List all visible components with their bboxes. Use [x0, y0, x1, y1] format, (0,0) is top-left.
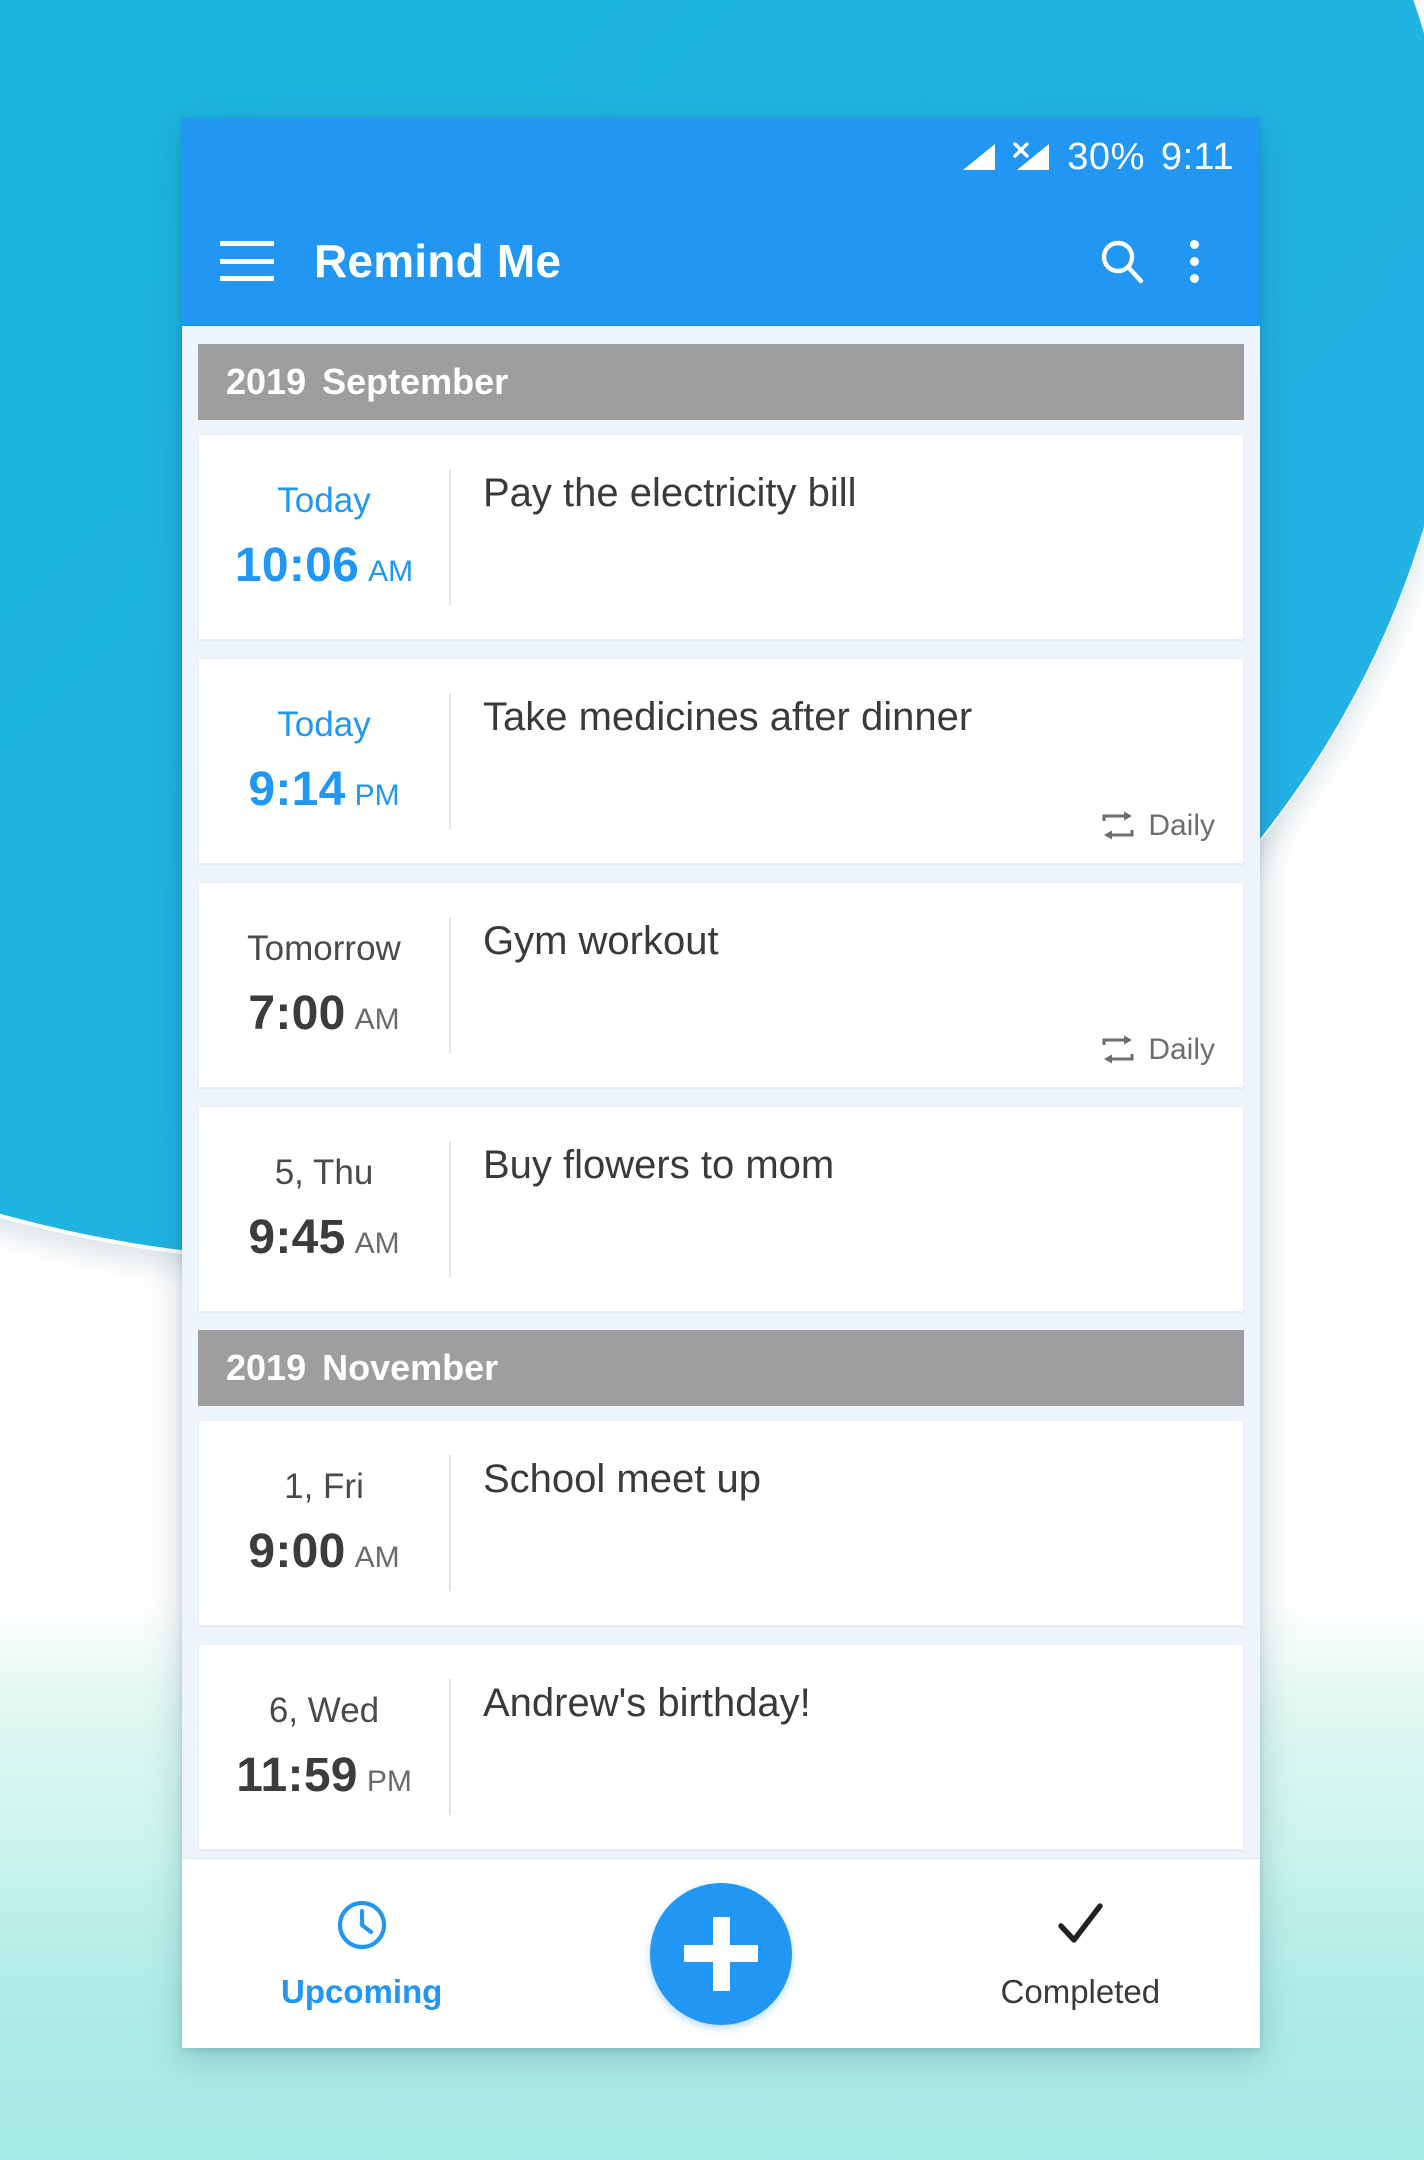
more-vert-icon[interactable] — [1158, 225, 1230, 297]
reminder-time: 11:59 PM — [236, 1748, 412, 1803]
reminder-time-value: 11:59 — [236, 1748, 358, 1802]
reminder-list: 2019 September Today 10:06 AM Pay the el… — [182, 326, 1260, 1858]
reminder-when: 1, Fri 9:00 AM — [199, 1421, 449, 1625]
nav-tab-completed-label: Completed — [1000, 1973, 1161, 2010]
reminder-time-value: 9:45 — [248, 1210, 346, 1264]
reminder-title: Take medicines after dinner — [483, 695, 973, 739]
reminder-card[interactable]: 6, Wed 11:59 PM Andrew's birthday! — [198, 1644, 1244, 1850]
signal-no-service-icon — [1013, 142, 1051, 172]
reminder-time: 10:06 AM — [235, 538, 413, 593]
reminder-card[interactable]: 1, Fri 9:00 AM School meet up — [198, 1420, 1244, 1626]
reminder-title: Andrew's birthday! — [483, 1681, 811, 1725]
app-bar: Remind Me — [182, 196, 1260, 326]
reminder-time-meridiem: AM — [368, 554, 414, 588]
reminder-card[interactable]: Tomorrow 7:00 AM Gym workout Daily — [198, 882, 1244, 1088]
reminder-time-meridiem: AM — [354, 1540, 400, 1574]
status-bar: 30% 9:11 — [182, 118, 1260, 196]
reminder-when: Today 10:06 AM — [199, 435, 449, 639]
reminder-time-value: 9:14 — [248, 762, 346, 816]
nav-tab-completed[interactable]: Completed — [901, 1896, 1260, 2011]
reminder-card[interactable]: Today 10:06 AM Pay the electricity bill — [198, 434, 1244, 640]
reminder-day: Today — [277, 481, 371, 521]
reminder-when: Tomorrow 7:00 AM — [199, 883, 449, 1087]
reminder-time: 7:00 AM — [248, 986, 399, 1041]
nav-tab-upcoming-label: Upcoming — [281, 1973, 443, 2010]
month-header: 2019 September — [198, 344, 1244, 420]
reminder-time: 9:00 AM — [248, 1524, 399, 1579]
reminder-day: 6, Wed — [268, 1691, 380, 1731]
repeat-label: Daily — [1148, 1033, 1215, 1066]
reminder-title: Buy flowers to mom — [483, 1143, 835, 1187]
reminder-card[interactable]: 5, Thu 9:45 AM Buy flowers to mom — [198, 1106, 1244, 1312]
reminder-day: 1, Fri — [284, 1467, 364, 1507]
reminder-body: Buy flowers to mom — [451, 1107, 1243, 1311]
hamburger-menu-icon[interactable] — [220, 241, 274, 281]
month-header-month: September — [322, 361, 509, 402]
reminder-body: Take medicines after dinner Daily — [451, 659, 1243, 863]
reminder-day: 5, Thu — [274, 1153, 374, 1193]
plus-icon-vertical — [712, 1916, 730, 1991]
search-icon[interactable] — [1086, 225, 1158, 297]
repeat-icon — [1100, 1035, 1136, 1065]
reminder-time-meridiem: PM — [366, 1764, 412, 1798]
repeat-label: Daily — [1148, 809, 1215, 842]
page-title: Remind Me — [314, 235, 562, 287]
reminder-time-value: 9:00 — [248, 1524, 346, 1578]
bottom-navigation: Upcoming Completed — [182, 1858, 1260, 2048]
reminder-when: 5, Thu 9:45 AM — [199, 1107, 449, 1311]
reminder-card[interactable]: Today 9:14 PM Take medicines after dinne… — [198, 658, 1244, 864]
reminder-body: Gym workout Daily — [451, 883, 1243, 1087]
reminder-body: Andrew's birthday! — [451, 1645, 1243, 1849]
status-clock: 9:11 — [1160, 135, 1234, 178]
reminder-title: School meet up — [483, 1457, 761, 1501]
reminder-time-meridiem: AM — [354, 1226, 400, 1260]
month-header: 2019 November — [198, 1330, 1244, 1406]
reminder-time: 9:45 AM — [248, 1210, 399, 1265]
reminder-repeat-badge: Daily — [1100, 809, 1215, 843]
check-icon — [1051, 1896, 1109, 1959]
battery-percent: 30% — [1067, 135, 1145, 178]
add-reminder-fab[interactable] — [650, 1882, 792, 2025]
reminder-time: 9:14 PM — [248, 762, 399, 817]
reminder-list-container[interactable]: 2019 September Today 10:06 AM Pay the el… — [182, 326, 1260, 1858]
reminder-time-meridiem: PM — [354, 778, 400, 812]
month-header-month: November — [322, 1347, 499, 1388]
reminder-repeat-badge: Daily — [1100, 1033, 1215, 1067]
reminder-when: Today 9:14 PM — [199, 659, 449, 863]
reminder-body: School meet up — [451, 1421, 1243, 1625]
clock-icon — [333, 1896, 391, 1959]
reminder-day: Today — [277, 705, 371, 745]
month-header-year: 2019 — [226, 1347, 307, 1388]
reminder-day: Tomorrow — [247, 929, 401, 969]
reminder-time-meridiem: AM — [354, 1002, 400, 1036]
repeat-icon — [1100, 811, 1136, 841]
reminder-time-value: 10:06 — [234, 538, 360, 592]
reminder-body: Pay the electricity bill — [451, 435, 1243, 639]
month-header-year: 2019 — [226, 361, 307, 402]
nav-tab-upcoming[interactable]: Upcoming — [182, 1896, 541, 2011]
signal-bars-icon — [959, 142, 997, 172]
reminder-when: 6, Wed 11:59 PM — [199, 1645, 449, 1849]
reminder-title: Pay the electricity bill — [483, 471, 857, 515]
reminder-title: Gym workout — [483, 919, 719, 963]
phone-screen: 30% 9:11 Remind Me 2019 September Today … — [182, 118, 1260, 2048]
reminder-time-value: 7:00 — [248, 986, 346, 1040]
